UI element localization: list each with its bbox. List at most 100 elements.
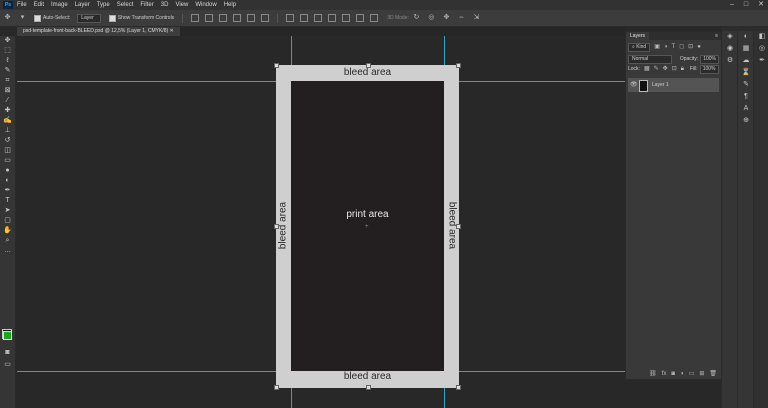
filter-toggle-icon[interactable]: ● — [697, 43, 701, 52]
properties-panel-icon[interactable]: ⚙ — [722, 55, 738, 67]
brush-tool-icon[interactable]: ✍ — [0, 116, 15, 126]
lock-image-icon[interactable]: ✎ — [654, 65, 659, 74]
visibility-eye-icon[interactable]: 👁︎ — [630, 78, 638, 92]
lock-all-icon[interactable]: 🔒︎ — [681, 65, 684, 74]
channels-panel-icon[interactable]: ◎ — [754, 43, 768, 55]
3d-panel-icon[interactable]: ◈ — [722, 31, 738, 43]
align-right-icon[interactable] — [261, 14, 270, 22]
align-middle-icon[interactable] — [205, 14, 214, 22]
lock-transparent-icon[interactable]: ▦ — [644, 65, 650, 74]
add-mask-icon[interactable]: ◙ — [671, 369, 675, 379]
eyedropper-tool-icon[interactable]: ⁄ — [0, 96, 15, 106]
libraries-panel-icon[interactable]: ☁ — [738, 55, 754, 67]
dodge-tool-icon[interactable]: ◐ — [0, 176, 15, 186]
document-tab[interactable]: psd-template-front-back-BLEED.psd @ 12,5… — [17, 27, 180, 36]
menu-image[interactable]: Image — [51, 0, 68, 10]
3d-slide-icon[interactable]: ⇔ — [457, 14, 466, 22]
move-tool-icon[interactable]: ✥ — [3, 14, 12, 22]
hand-tool-icon[interactable]: ✋ — [0, 226, 15, 236]
print-area[interactable]: print area + — [291, 81, 444, 371]
layer-name[interactable]: Layer 1 — [652, 78, 669, 92]
transform-handle[interactable] — [456, 63, 461, 68]
rectangle-tool-icon[interactable]: ▢ — [0, 216, 15, 226]
filter-adjustment-icon[interactable]: ◑ — [664, 43, 668, 52]
3d-roll-icon[interactable]: ◎ — [427, 14, 436, 22]
distribute-bottom-icon[interactable] — [314, 14, 323, 22]
filter-smart-object-icon[interactable]: ⊡ — [688, 43, 693, 52]
menu-filter[interactable]: Filter — [140, 0, 153, 10]
transform-handle[interactable] — [456, 385, 461, 390]
paragraph-panel-icon[interactable]: ¶ — [738, 91, 754, 103]
menu-edit[interactable]: Edit — [34, 0, 44, 10]
align-top-icon[interactable] — [191, 14, 200, 22]
canvas[interactable]: bleed area bleed area bleed area bleed a… — [17, 36, 625, 408]
healing-brush-tool-icon[interactable]: ✚ — [0, 106, 15, 116]
crop-tool-icon[interactable]: ⌗ — [0, 76, 15, 86]
3d-pan-icon[interactable]: ✥ — [442, 14, 451, 22]
minimize-button[interactable]: – — [730, 0, 734, 10]
distribute-center-icon[interactable] — [342, 14, 351, 22]
panel-menu-icon[interactable]: ≡ — [715, 32, 718, 40]
delete-layer-icon[interactable]: 🗑︎ — [709, 369, 717, 379]
path-selection-tool-icon[interactable]: ➤ — [0, 206, 15, 216]
transform-handle[interactable] — [274, 224, 279, 229]
3d-rotate-icon[interactable]: ↻ — [412, 14, 421, 22]
auto-select-checkbox[interactable] — [34, 14, 41, 22]
3d-scale-icon[interactable]: ⇲ — [472, 14, 481, 22]
close-button[interactable]: ✕ — [758, 0, 764, 10]
foreground-color-swatch[interactable] — [3, 331, 12, 340]
menu-window[interactable]: Window — [195, 0, 216, 10]
show-transform-checkbox[interactable] — [108, 14, 116, 22]
adjustment-layer-icon[interactable]: ◑ — [680, 369, 684, 379]
align-bottom-icon[interactable] — [219, 14, 228, 22]
zoom-tool-icon[interactable]: ⌕ — [0, 236, 15, 246]
menu-view[interactable]: View — [175, 0, 188, 10]
menu-file[interactable]: File — [17, 0, 27, 10]
history-brush-tool-icon[interactable]: ↺ — [0, 136, 15, 146]
layers-panel-icon[interactable]: ◧ — [754, 31, 768, 43]
blend-mode-dropdown[interactable]: Normal — [628, 55, 672, 64]
menu-select[interactable]: Select — [117, 0, 134, 10]
color-panel-icon[interactable]: ◐ — [738, 31, 754, 43]
clone-stamp-tool-icon[interactable]: ⊥ — [0, 126, 15, 136]
filter-pixel-icon[interactable]: ▣ — [654, 43, 660, 52]
align-center-icon[interactable] — [247, 14, 256, 22]
move-tool-icon[interactable]: ✥ — [0, 36, 15, 46]
eraser-tool-icon[interactable]: ◫ — [0, 146, 15, 156]
distribute-top-icon[interactable] — [286, 14, 295, 22]
paths-panel-icon[interactable]: ✒ — [754, 55, 768, 67]
transform-handle[interactable] — [366, 385, 371, 390]
filter-shape-icon[interactable]: ◻ — [679, 43, 684, 52]
opacity-field[interactable]: 100% — [700, 55, 719, 64]
bleed-area[interactable]: bleed area bleed area bleed area bleed a… — [274, 63, 461, 390]
frame-tool-icon[interactable]: ⊠ — [0, 86, 15, 96]
more-tools-icon[interactable]: … — [0, 246, 15, 256]
tool-preset-chevron-icon[interactable]: ▾ — [18, 14, 27, 22]
distribute-right-icon[interactable] — [356, 14, 365, 22]
quick-select-tool-icon[interactable]: ✎ — [0, 66, 15, 76]
distribute-left-icon[interactable] — [328, 14, 337, 22]
quick-mask-icon[interactable]: ◙ — [0, 348, 15, 358]
close-tab-icon[interactable]: ✕ — [170, 28, 174, 34]
history-panel-icon[interactable]: ⌛ — [738, 67, 754, 79]
filter-kind-dropdown[interactable]: ⌕ Kind — [628, 43, 651, 52]
transform-handle[interactable] — [456, 224, 461, 229]
character-panel-icon[interactable]: A — [738, 103, 754, 115]
brushes-panel-icon[interactable]: ✎ — [738, 79, 754, 91]
link-layers-icon[interactable]: ⛓ — [649, 369, 657, 379]
transform-handle[interactable] — [366, 63, 371, 68]
align-left-icon[interactable] — [233, 14, 242, 22]
transform-handle[interactable] — [274, 63, 279, 68]
layer-row[interactable]: 👁︎ Layer 1 — [628, 78, 719, 92]
layer-thumbnail[interactable] — [639, 80, 648, 92]
distribute-middle-icon[interactable] — [300, 14, 309, 22]
marquee-tool-icon[interactable]: ⬚ — [0, 46, 15, 56]
auto-select-dropdown[interactable]: Layer — [77, 13, 101, 23]
lock-artboard-icon[interactable]: ⊡ — [672, 65, 677, 74]
screen-mode-icon[interactable]: ▭ — [0, 360, 15, 370]
gradient-tool-icon[interactable]: ▭ — [0, 156, 15, 166]
menu-type[interactable]: Type — [97, 0, 110, 10]
fill-field[interactable]: 100% — [699, 65, 719, 74]
filter-type-icon[interactable]: T — [672, 43, 676, 52]
maximize-button[interactable]: □ — [744, 0, 748, 10]
